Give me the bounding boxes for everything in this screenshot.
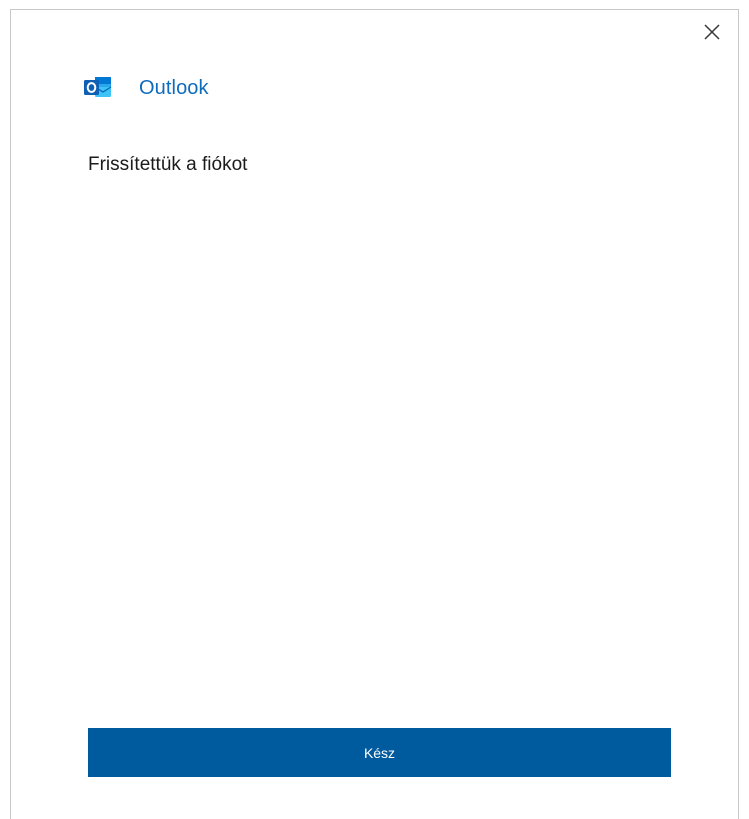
close-icon[interactable]	[700, 20, 724, 44]
outlook-logo-icon	[83, 75, 113, 101]
account-updated-dialog: Outlook Frissítettük a fiókot Kész	[10, 9, 739, 819]
app-name: Outlook	[139, 76, 209, 99]
close-button[interactable]	[700, 20, 724, 44]
app-brand: Outlook	[83, 74, 209, 102]
done-button-label: Kész	[363, 744, 396, 761]
status-message: Frissítettük a fiókot	[88, 154, 248, 175]
done-button[interactable]: Kész	[88, 728, 671, 777]
